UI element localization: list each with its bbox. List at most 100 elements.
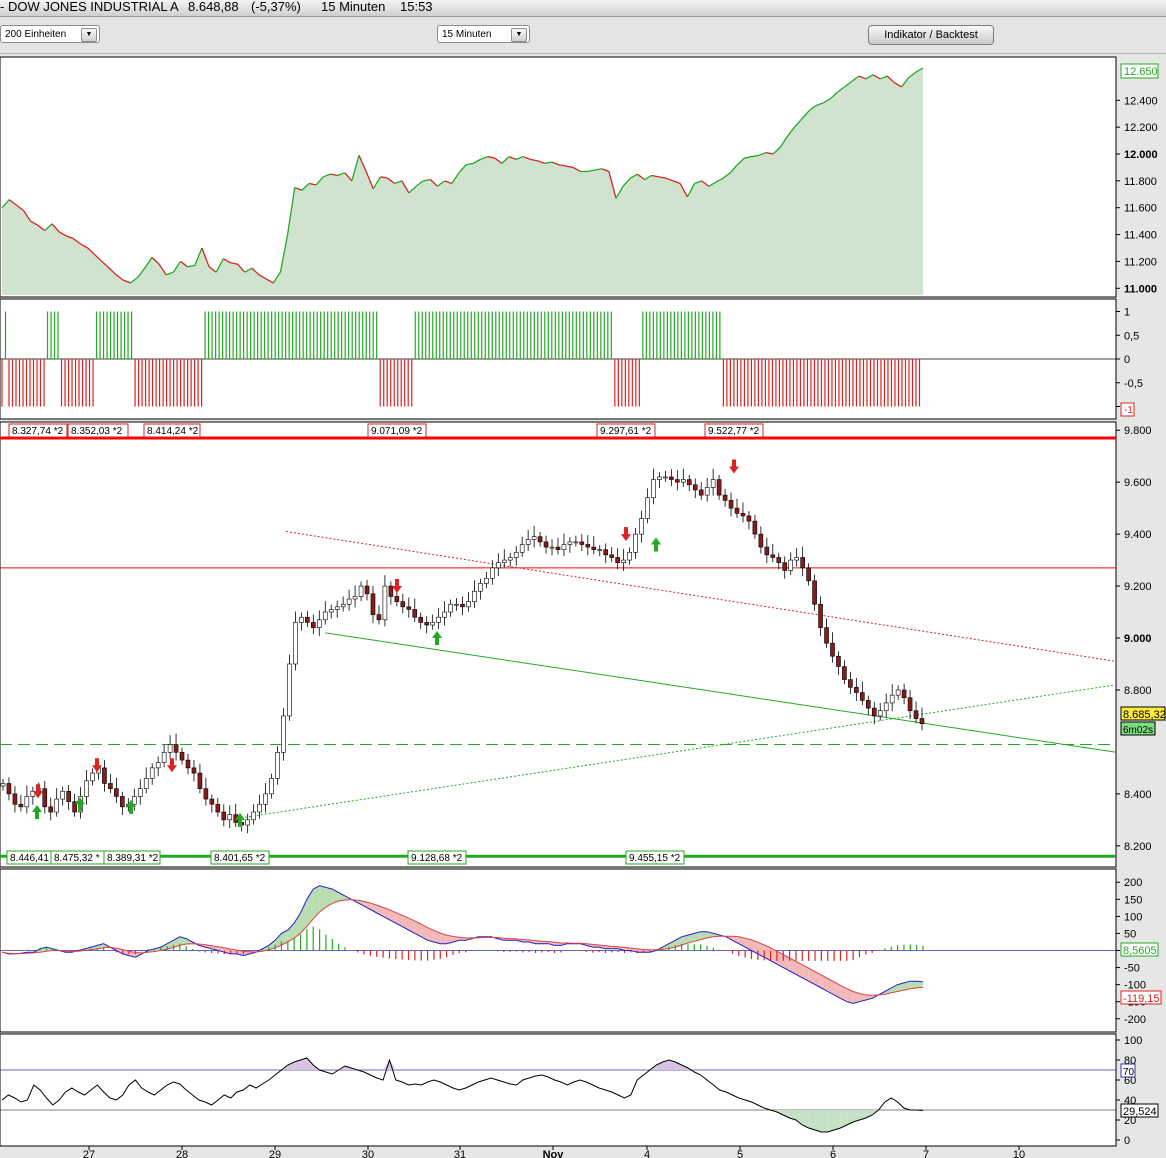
candle-body <box>478 583 483 592</box>
candle-body <box>848 679 853 688</box>
candle-body <box>842 666 847 680</box>
candle-body <box>698 489 704 496</box>
candle-body <box>448 603 453 613</box>
macd-tick-label: -200 <box>1124 1014 1146 1026</box>
support-label: 8.401,65 *2 <box>214 853 266 864</box>
candle-body <box>782 562 788 571</box>
candle-body <box>370 593 376 615</box>
candle-body <box>657 476 662 480</box>
candle-body <box>108 783 113 789</box>
candle-body <box>537 536 543 543</box>
candle-body <box>555 546 561 550</box>
overview-tick-label: 12.400 <box>1124 95 1158 107</box>
candle-body <box>854 687 859 693</box>
resistance-label: 9.297,61 *2 <box>600 426 652 437</box>
candle-body <box>12 793 18 805</box>
osc-oversold-fill <box>834 1110 841 1130</box>
candle-body <box>722 494 728 501</box>
price-tick-label: 9.200 <box>1124 581 1152 593</box>
candle-body <box>382 585 388 621</box>
candle-body <box>257 803 262 813</box>
overview-last-label: 12.650 <box>1124 66 1158 78</box>
candle-body <box>281 715 286 753</box>
candle-body <box>519 544 525 553</box>
candle-body <box>436 616 441 623</box>
candle-body <box>675 479 680 483</box>
candle-body <box>860 692 865 701</box>
x-axis-label: 5 <box>737 1149 743 1158</box>
x-axis-label: 28 <box>176 1149 188 1158</box>
candle-body <box>155 762 161 769</box>
candle-body <box>173 744 179 753</box>
candle-body <box>352 596 358 600</box>
x-axis-label: 10 <box>1013 1149 1025 1158</box>
price-tick-label: 8.200 <box>1124 841 1152 853</box>
candle-body <box>299 616 304 623</box>
candle-body <box>24 796 30 808</box>
candle-body <box>633 533 638 553</box>
candle-body <box>621 559 626 563</box>
resistance-label: 8.352,03 *2 <box>71 426 123 437</box>
macd-signal-value-label: -119,15 <box>1123 993 1160 1005</box>
resistance-label: 8.327,74 *2 <box>12 426 64 437</box>
osc-oversold-fill <box>815 1110 822 1132</box>
candle-body <box>334 606 340 610</box>
panel-osc <box>0 1033 1117 1147</box>
candle-body <box>454 603 459 606</box>
overview-tick-label: 11.400 <box>1124 230 1157 242</box>
candle-body <box>161 752 167 763</box>
candle-body <box>663 476 668 479</box>
osc-oversold-fill <box>821 1110 828 1132</box>
candle-body <box>418 616 424 623</box>
candle-body <box>322 611 328 621</box>
macd-tick-label: -100 <box>1124 980 1146 992</box>
candle-body <box>627 551 632 561</box>
candle-body <box>305 616 310 623</box>
osc-oversold-fill <box>808 1110 816 1130</box>
x-axis-label: 29 <box>269 1149 281 1158</box>
candle-body <box>692 484 698 491</box>
osc-last-label: 29,524 <box>1123 1106 1157 1118</box>
candle-body <box>394 596 400 602</box>
candle-body <box>669 476 674 480</box>
candle-body <box>460 603 465 608</box>
signal-tick-label: -0,5 <box>1124 378 1143 390</box>
candle-body <box>806 567 811 582</box>
overview-tick-label: 11.000 <box>1124 283 1157 295</box>
candle-body <box>752 520 758 535</box>
candle-body <box>197 772 203 789</box>
candle-body <box>364 585 370 595</box>
support-label: 8.389,31 *2 <box>107 853 159 864</box>
candle-body <box>430 622 435 626</box>
x-axis-label: 30 <box>362 1149 374 1158</box>
candle-body <box>275 752 280 779</box>
candle-body <box>221 811 227 821</box>
candle-body <box>561 544 567 550</box>
candle-body <box>143 777 149 789</box>
candle-body <box>615 557 620 563</box>
resistance-label: 8.414,24 *2 <box>147 426 199 437</box>
candle-body <box>728 500 734 509</box>
candle-body <box>573 541 579 544</box>
candle-body <box>90 772 95 782</box>
macd-tick-label: 50 <box>1124 928 1136 940</box>
candle-body <box>913 710 919 719</box>
panel-price <box>0 421 1117 868</box>
candle-body <box>84 780 89 797</box>
candle-body <box>818 603 823 628</box>
x-axis-label: 6 <box>830 1149 836 1158</box>
support-label: 9.128,68 *2 <box>411 853 463 864</box>
candle-body <box>507 557 513 561</box>
candle-body <box>114 788 119 797</box>
candle-body <box>388 585 394 597</box>
candle-body <box>42 788 48 808</box>
price-tick-label: 8.400 <box>1124 789 1152 801</box>
macd-value-label: 8,5605 <box>1123 945 1157 957</box>
price-tick-label: 9.600 <box>1124 477 1152 489</box>
candle-body <box>269 777 274 795</box>
candle-body <box>227 814 233 821</box>
overview-tick-label: 12.200 <box>1124 122 1158 134</box>
candle-body <box>245 819 250 826</box>
candle-body <box>830 642 835 657</box>
candle-body <box>316 619 322 628</box>
